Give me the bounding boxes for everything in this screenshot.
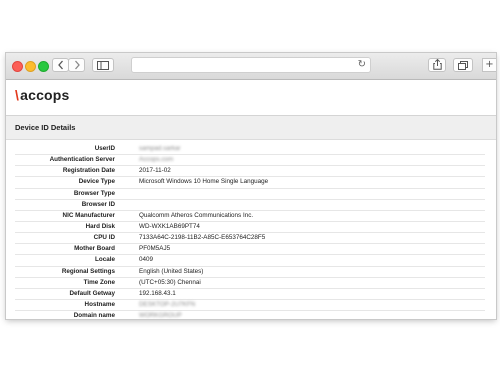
detail-label: Regional Settings: [15, 266, 135, 278]
back-button[interactable]: [52, 58, 69, 72]
tabs-icon: [458, 61, 468, 70]
new-tab-button[interactable]: +: [482, 58, 496, 72]
browser-toolbar: ↻ +: [6, 53, 496, 80]
tabs-button[interactable]: [453, 58, 473, 72]
detail-value: English (United States): [135, 266, 485, 278]
detail-label: Mother Board: [15, 243, 135, 256]
browser-window: ↻ + \accops Device ID Details UserID samp…: [6, 53, 496, 319]
detail-value: DESKTOP-2U7KFN: [135, 299, 485, 312]
detail-value: 2017-11-02: [135, 165, 485, 178]
detail-value: 7133A64C-2198-11B2-A85C-E653764C28F5: [135, 232, 485, 245]
share-button[interactable]: [428, 58, 446, 72]
detail-row: Registration Date 2017-11-02: [15, 165, 485, 178]
detail-label: Device Type: [15, 176, 135, 189]
detail-label: Locale: [15, 254, 135, 267]
detail-row: Authentication Server Accops.com: [15, 154, 485, 167]
detail-row: Time Zone (UTC+05:30) Chennai: [15, 277, 485, 289]
detail-value: WD-WXK1AB69PT74: [135, 221, 485, 234]
detail-row: NIC Manufacturer Qualcomm Atheros Communi…: [15, 210, 485, 222]
detail-label: NIC Manufacturer: [15, 210, 135, 222]
detail-label: Hostname: [15, 299, 135, 312]
forward-button[interactable]: [68, 58, 85, 72]
address-bar[interactable]: ↻: [131, 57, 371, 73]
detail-label: Browser ID: [15, 199, 135, 211]
detail-value: sampad.sarkar: [135, 144, 485, 156]
detail-row: Domain name WORKGROUP: [15, 310, 485, 319]
detail-label: Registration Date: [15, 165, 135, 178]
chevron-right-icon: [74, 60, 80, 70]
detail-row: Browser ID: [15, 199, 485, 211]
detail-row: Locale 0409: [15, 254, 485, 267]
detail-label: Time Zone: [15, 277, 135, 289]
detail-label: Hard Disk: [15, 221, 135, 234]
detail-row: CPU ID 7133A64C-2198-11B2-A85C-E653764C28…: [15, 232, 485, 245]
close-window-button[interactable]: [12, 61, 23, 72]
share-icon: [432, 58, 442, 70]
detail-label: Browser Type: [15, 188, 135, 200]
detail-row: Regional Settings English (United States): [15, 266, 485, 278]
chevron-left-icon: [57, 60, 63, 70]
sidebar-icon: [97, 61, 109, 70]
app-header: \accops: [6, 80, 496, 116]
detail-value: [135, 199, 485, 211]
detail-label: Domain name: [15, 310, 135, 319]
plus-icon: +: [485, 59, 494, 70]
detail-row: Hard Disk WD-WXK1AB69PT74: [15, 221, 485, 234]
detail-value: PF0M5AJ5: [135, 243, 485, 256]
detail-row: Device Type Microsoft Windows 10 Home Sin…: [15, 176, 485, 189]
detail-row: Browser Type: [15, 188, 485, 200]
detail-label: Authentication Server: [15, 154, 135, 167]
detail-row: Mother Board PF0M5AJ5: [15, 243, 485, 256]
detail-value: 0409: [135, 254, 485, 267]
detail-value: (UTC+05:30) Chennai: [135, 277, 485, 289]
accops-logo: \accops: [15, 87, 70, 103]
reload-icon[interactable]: ↻: [358, 59, 366, 70]
detail-row: UserID sampad.sarkar: [15, 144, 485, 156]
detail-row: Default Getway 192.168.43.1: [15, 288, 485, 300]
detail-value: Microsoft Windows 10 Home Single Languag…: [135, 176, 485, 189]
detail-value: Qualcomm Atheros Communications Inc.: [135, 210, 485, 222]
zoom-window-button[interactable]: [38, 61, 49, 72]
sidebar-button[interactable]: [92, 58, 114, 72]
detail-row: Hostname DESKTOP-2U7KFN: [15, 299, 485, 312]
detail-label: Default Getway: [15, 288, 135, 300]
section-title: Device ID Details: [6, 116, 496, 140]
page-content: \accops Device ID Details UserID sampad.s…: [6, 80, 496, 319]
detail-value: 192.168.43.1: [135, 288, 485, 300]
detail-value: [135, 188, 485, 200]
detail-value: Accops.com: [135, 154, 485, 167]
device-details-table: UserID sampad.sarkar Authentication Server…: [15, 144, 485, 319]
logo-mark-icon: \: [15, 87, 20, 103]
logo-text: accops: [20, 87, 70, 103]
minimize-window-button[interactable]: [25, 61, 36, 72]
detail-label: UserID: [15, 144, 135, 156]
detail-value: WORKGROUP: [135, 310, 485, 319]
detail-label: CPU ID: [15, 232, 135, 245]
